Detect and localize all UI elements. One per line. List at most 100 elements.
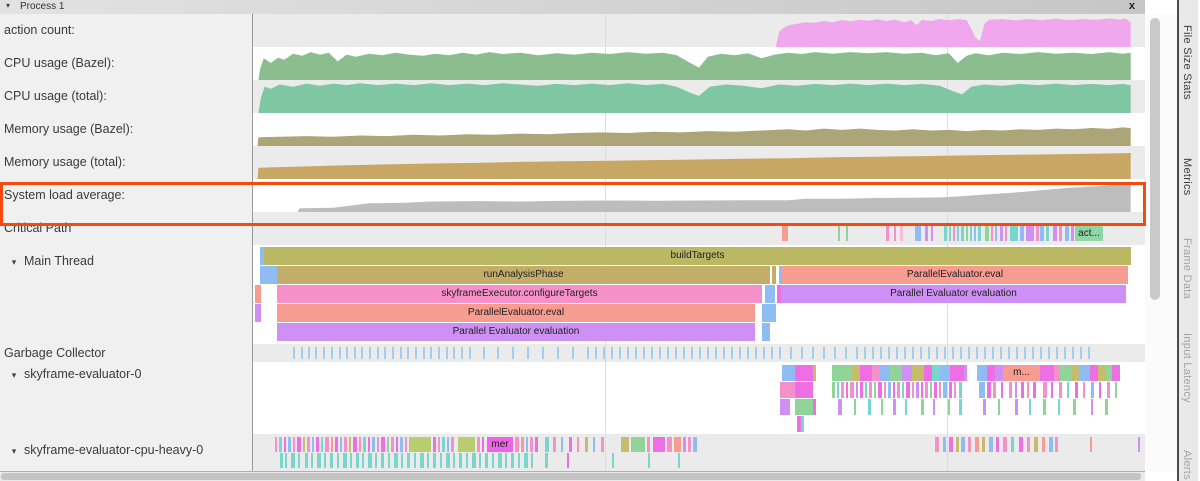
trace-span[interactable] bbox=[381, 437, 385, 452]
trace-span[interactable] bbox=[906, 382, 910, 398]
trace-span[interactable] bbox=[414, 453, 416, 468]
trace-span[interactable] bbox=[459, 453, 462, 468]
trace-span[interactable] bbox=[293, 437, 295, 452]
chevron-down-icon[interactable]: ▾ bbox=[4, 252, 24, 272]
gc-tick[interactable] bbox=[323, 347, 325, 359]
trace-span[interactable] bbox=[897, 382, 900, 398]
trace-span[interactable] bbox=[667, 437, 672, 452]
trace-span[interactable] bbox=[601, 437, 604, 452]
trace-span[interactable] bbox=[932, 365, 940, 381]
gc-tick[interactable] bbox=[1032, 347, 1034, 359]
gc-tick[interactable] bbox=[984, 347, 986, 359]
critical-path-bar[interactable] bbox=[978, 226, 981, 241]
gc-tick[interactable] bbox=[739, 347, 741, 359]
trace-span[interactable] bbox=[801, 416, 804, 432]
critical-path-bar[interactable] bbox=[949, 226, 951, 241]
trace-span[interactable] bbox=[442, 437, 445, 452]
trace-span[interactable] bbox=[975, 437, 979, 452]
trace-span[interactable] bbox=[381, 453, 384, 468]
trace-span[interactable] bbox=[954, 382, 956, 398]
gc-tick[interactable] bbox=[469, 347, 471, 359]
trace-span[interactable] bbox=[653, 437, 665, 452]
trace-span[interactable] bbox=[535, 437, 538, 452]
gc-tick[interactable] bbox=[1088, 347, 1090, 359]
trace-span[interactable] bbox=[1112, 365, 1120, 381]
trace-span[interactable] bbox=[372, 437, 375, 452]
trace-span[interactable] bbox=[998, 399, 1000, 415]
trace-span[interactable] bbox=[298, 453, 300, 468]
gc-tick[interactable] bbox=[691, 347, 693, 359]
trace-span[interactable] bbox=[993, 382, 996, 398]
tab-alerts[interactable]: Alerts bbox=[1181, 450, 1193, 480]
trace-span[interactable] bbox=[964, 365, 967, 381]
trace-span[interactable] bbox=[526, 437, 528, 452]
critical-path-bar[interactable] bbox=[991, 226, 993, 241]
trace-span[interactable] bbox=[297, 437, 301, 452]
trace-span[interactable] bbox=[492, 453, 494, 468]
trace-span[interactable]: Parallel Evaluator evaluation bbox=[781, 285, 1126, 303]
critical-path-bar[interactable] bbox=[970, 226, 972, 241]
gc-tick[interactable] bbox=[651, 347, 653, 359]
gc-tick[interactable] bbox=[346, 347, 348, 359]
trace-span[interactable] bbox=[321, 437, 323, 452]
critical-path-bar[interactable] bbox=[900, 226, 903, 241]
trace-span[interactable] bbox=[647, 437, 650, 452]
gc-tick[interactable] bbox=[864, 347, 866, 359]
trace-span[interactable] bbox=[996, 437, 999, 452]
trace-span[interactable] bbox=[388, 453, 390, 468]
critical-path-bar[interactable] bbox=[1071, 226, 1074, 241]
trace-span[interactable] bbox=[1091, 382, 1094, 398]
trace-span[interactable] bbox=[832, 365, 852, 381]
trace-span[interactable] bbox=[977, 365, 987, 381]
gc-tick[interactable] bbox=[801, 347, 803, 359]
critical-path-bar[interactable] bbox=[961, 226, 964, 241]
critical-path-bar[interactable] bbox=[846, 226, 848, 241]
trace-span[interactable] bbox=[1043, 382, 1047, 398]
critical-path-bar[interactable] bbox=[953, 226, 955, 241]
trace-span[interactable] bbox=[1043, 399, 1046, 415]
counter-chart-action-count-[interactable] bbox=[253, 14, 1145, 47]
trace-span[interactable] bbox=[943, 437, 946, 452]
trace-span[interactable] bbox=[316, 437, 319, 452]
critical-path-bar[interactable] bbox=[931, 226, 933, 241]
trace-span[interactable] bbox=[324, 453, 326, 468]
gc-tick[interactable] bbox=[888, 347, 890, 359]
trace-span[interactable] bbox=[881, 399, 883, 415]
trace-span[interactable] bbox=[838, 399, 842, 415]
gc-tick[interactable] bbox=[438, 347, 440, 359]
trace-span[interactable] bbox=[902, 382, 904, 398]
trace-span[interactable] bbox=[648, 453, 650, 468]
trace-span[interactable] bbox=[950, 365, 964, 381]
gc-tick[interactable] bbox=[880, 347, 882, 359]
trace-span[interactable] bbox=[446, 453, 450, 468]
trace-span[interactable] bbox=[943, 382, 947, 398]
critical-path-bar[interactable] bbox=[985, 226, 989, 241]
counter-chart-memory-usage-bazel-[interactable] bbox=[253, 113, 1145, 146]
trace-span[interactable] bbox=[813, 365, 816, 381]
trace-span[interactable] bbox=[860, 382, 863, 398]
trace-span[interactable] bbox=[479, 453, 481, 468]
trace-span[interactable] bbox=[940, 365, 950, 381]
critical-path-bar[interactable] bbox=[1036, 226, 1039, 241]
trace-span[interactable] bbox=[949, 382, 952, 398]
trace-span[interactable] bbox=[433, 453, 436, 468]
trace-span[interactable] bbox=[340, 437, 342, 452]
critical-path-bar[interactable] bbox=[974, 226, 976, 241]
trace-span[interactable] bbox=[305, 453, 308, 468]
trace-span[interactable] bbox=[852, 365, 860, 381]
trace-span[interactable] bbox=[482, 437, 484, 452]
trace-span[interactable] bbox=[1058, 399, 1060, 415]
trace-span[interactable] bbox=[1051, 382, 1053, 398]
trace-span[interactable] bbox=[1001, 382, 1003, 398]
trace-span[interactable] bbox=[1009, 382, 1012, 398]
horizontal-scrollbar[interactable] bbox=[0, 471, 1145, 481]
trace-span[interactable] bbox=[275, 437, 277, 452]
trace-span[interactable] bbox=[458, 437, 475, 452]
trace-span[interactable] bbox=[956, 437, 959, 452]
trace-span[interactable] bbox=[987, 365, 995, 381]
trace-span[interactable] bbox=[612, 453, 614, 468]
critical-path-bar[interactable] bbox=[1053, 226, 1057, 241]
trace-span[interactable] bbox=[921, 399, 924, 415]
tab-input-latency[interactable]: Input Latency bbox=[1181, 333, 1193, 403]
critical-path-bar[interactable] bbox=[1065, 226, 1069, 241]
